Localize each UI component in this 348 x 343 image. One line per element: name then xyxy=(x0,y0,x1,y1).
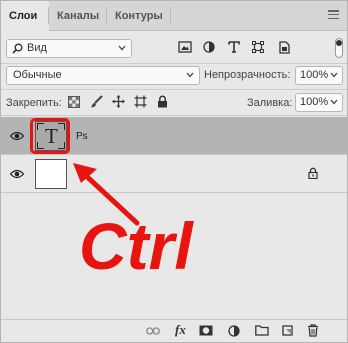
add-mask-icon[interactable] xyxy=(199,325,213,336)
new-group-folder-icon[interactable] xyxy=(255,325,269,336)
new-layer-icon[interactable] xyxy=(281,324,294,337)
fx-effects-icon[interactable]: fx xyxy=(175,322,186,338)
ctrl-annotation-text: Ctrl xyxy=(79,209,193,283)
delete-layer-icon[interactable] xyxy=(307,324,319,337)
link-layers-icon[interactable] xyxy=(146,326,160,336)
new-adjustment-layer-icon[interactable] xyxy=(228,325,240,337)
layers-panel: Слои Каналы Контуры Вид Обычные Непрозра… xyxy=(0,0,348,343)
layers-footer-toolbar: fx xyxy=(1,319,347,342)
